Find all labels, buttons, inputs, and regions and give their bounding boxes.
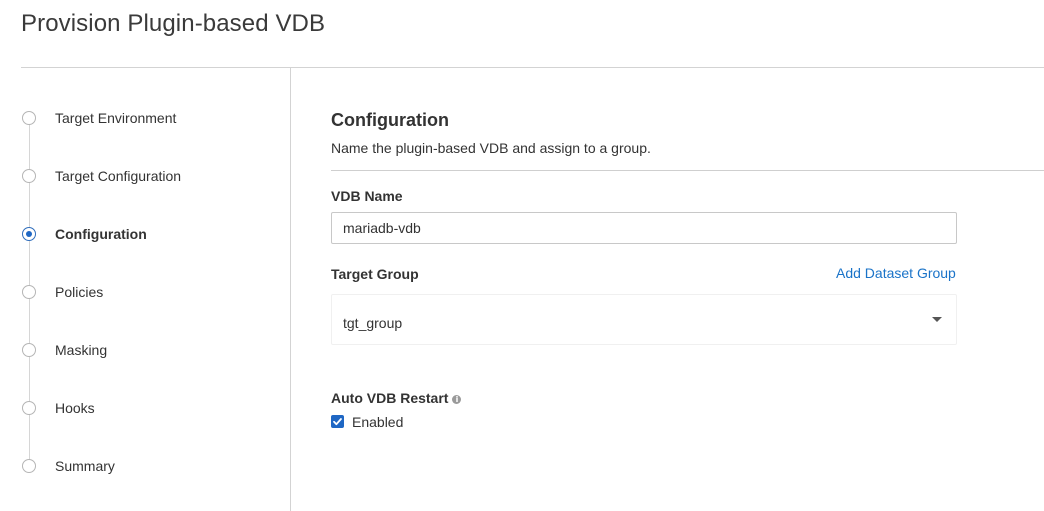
step-label: Target Configuration <box>55 168 182 184</box>
enabled-checkbox-label[interactable]: Enabled <box>352 414 403 430</box>
step-label: Configuration <box>55 226 147 242</box>
sidebar-divider <box>290 68 291 511</box>
step-target-environment[interactable]: Target Environment <box>0 101 290 135</box>
step-label: Hooks <box>55 400 95 416</box>
page-title: Provision Plugin-based VDB <box>21 10 326 37</box>
checkmark-icon <box>333 418 342 426</box>
step-radio-selected-icon <box>22 227 36 241</box>
info-icon[interactable]: i <box>452 395 462 404</box>
step-label: Summary <box>55 458 115 474</box>
step-radio-icon <box>22 459 36 473</box>
wizard-steps-sidebar: Target Environment Target Configuration … <box>0 68 290 511</box>
step-radio-icon <box>22 285 36 299</box>
step-radio-icon <box>22 111 36 125</box>
step-label: Masking <box>55 342 108 358</box>
auto-restart-label: Auto VDB Restart i <box>331 390 462 406</box>
step-label: Policies <box>55 284 104 300</box>
step-radio-icon <box>22 169 36 183</box>
vdb-name-label: VDB Name <box>331 188 403 204</box>
target-group-selected-value: tgt_group <box>343 315 403 331</box>
step-radio-icon <box>22 343 36 357</box>
section-description: Name the plugin-based VDB and assign to … <box>331 140 651 156</box>
enabled-checkbox[interactable] <box>331 415 344 428</box>
step-summary[interactable]: Summary <box>0 449 290 483</box>
target-group-select[interactable]: tgt_group <box>331 294 957 345</box>
step-masking[interactable]: Masking <box>0 333 290 367</box>
section-divider <box>331 170 1044 171</box>
section-heading: Configuration <box>331 110 449 130</box>
vdb-name-input[interactable] <box>331 212 957 244</box>
auto-restart-label-text: Auto VDB Restart <box>331 390 449 406</box>
add-dataset-group-link[interactable]: Add Dataset Group <box>836 265 956 281</box>
step-target-configuration[interactable]: Target Configuration <box>0 159 290 193</box>
target-group-label: Target Group <box>331 266 419 282</box>
step-policies[interactable]: Policies <box>0 275 290 309</box>
step-radio-icon <box>22 401 36 415</box>
step-configuration[interactable]: Configuration <box>0 217 290 251</box>
step-label: Target Environment <box>55 110 177 126</box>
caret-down-icon <box>932 317 942 322</box>
step-hooks[interactable]: Hooks <box>0 391 290 425</box>
